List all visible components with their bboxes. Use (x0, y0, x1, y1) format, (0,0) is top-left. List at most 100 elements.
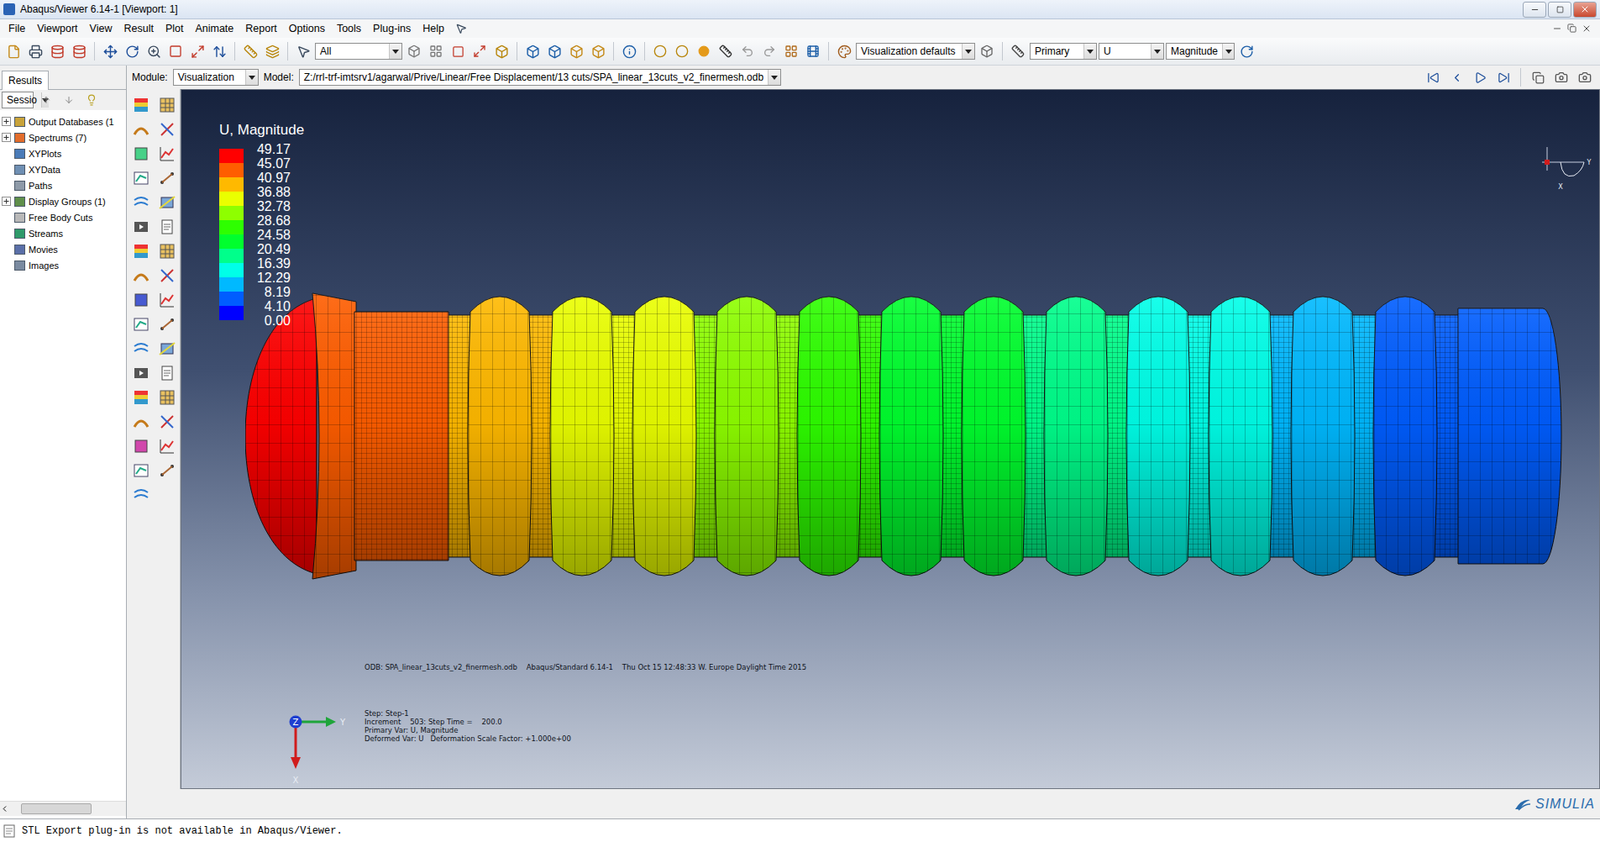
tool-button[interactable] (156, 410, 179, 433)
tool-button[interactable] (130, 191, 153, 214)
tool-button[interactable] (130, 435, 153, 457)
expander[interactable] (1, 196, 11, 206)
menu-item[interactable]: Animate (189, 20, 239, 37)
rotate-button[interactable] (121, 41, 142, 62)
view-button[interactable] (469, 41, 490, 62)
mdi-restore-icon[interactable] (1567, 23, 1577, 33)
redo-button[interactable] (759, 41, 780, 62)
tool-button[interactable] (156, 142, 179, 165)
model-canvas[interactable] (245, 276, 1573, 596)
model-select[interactable]: Z:/rrl-trf-imtsrv1/agarwal/Prive/Linear/… (299, 68, 782, 86)
tool-button[interactable] (156, 215, 179, 238)
display-group-2-button[interactable] (425, 41, 446, 62)
module-select[interactable]: Visualization (173, 68, 259, 86)
expander[interactable] (1, 116, 11, 126)
field-select[interactable]: U (1098, 42, 1165, 60)
last-frame-button[interactable] (1493, 67, 1514, 88)
menu-item[interactable]: Result (118, 20, 158, 37)
tool-button[interactable] (156, 337, 179, 360)
results-tab[interactable]: Results (1, 70, 49, 90)
shading-button[interactable] (693, 41, 714, 62)
palette-button[interactable] (834, 41, 855, 62)
tool-button[interactable] (156, 386, 179, 409)
mdi-close-icon[interactable] (1581, 23, 1592, 34)
zoom-button[interactable] (143, 41, 164, 62)
down-button[interactable] (58, 89, 79, 111)
select-button[interactable] (293, 41, 314, 62)
tool-button[interactable] (130, 118, 153, 141)
database-close-button[interactable] (68, 41, 90, 62)
horizontal-scrollbar[interactable] (0, 800, 126, 816)
tool-button[interactable] (130, 361, 153, 384)
region-button[interactable] (447, 41, 468, 62)
open-button[interactable] (3, 41, 24, 62)
menu-item[interactable]: Plug-ins (367, 20, 416, 37)
pan-button[interactable] (99, 41, 121, 62)
context-help-button[interactable] (451, 18, 472, 39)
tool-button[interactable] (156, 240, 179, 263)
cycle-button[interactable] (209, 41, 230, 62)
tree-item[interactable]: Free Body Cuts (0, 209, 126, 226)
viewport[interactable]: U, Magnitude49.1745.0740.9736.8832.7828.… (180, 89, 1600, 789)
tool-button[interactable] (130, 240, 153, 263)
back-view-button[interactable] (544, 41, 565, 62)
print-button[interactable] (25, 41, 46, 62)
tool-button[interactable] (130, 288, 153, 311)
menu-item[interactable]: Help (417, 20, 450, 37)
restore-button[interactable] (1547, 1, 1572, 18)
invariant-select[interactable]: Magnitude (1165, 42, 1235, 60)
highlight-button[interactable] (81, 89, 102, 111)
menu-item[interactable]: Plot (160, 20, 189, 37)
side-view-button[interactable] (587, 41, 609, 62)
menu-item[interactable]: File (3, 20, 31, 37)
tree-item[interactable]: Spectrums (7) (0, 129, 126, 146)
session-select[interactable]: Sessio (1, 91, 34, 109)
mdi-minimize-icon[interactable] (1552, 23, 1563, 34)
tree-item[interactable]: Movies (0, 241, 126, 258)
tool-button[interactable] (130, 94, 153, 116)
tree-item[interactable]: Output Databases (1 (0, 113, 126, 130)
box-zoom-button[interactable] (165, 41, 186, 62)
database-button[interactable] (47, 41, 68, 62)
menu-item[interactable]: Viewport (31, 20, 83, 37)
play-button[interactable] (1469, 67, 1490, 88)
snapshot-button[interactable] (1551, 67, 1572, 88)
variable-type-select[interactable]: Primary (1029, 42, 1097, 60)
tool-button[interactable] (130, 167, 153, 189)
undo-button[interactable] (737, 41, 758, 62)
menu-item[interactable]: Report (240, 20, 283, 37)
selection-select[interactable]: All (314, 42, 403, 60)
capture-button[interactable] (1574, 67, 1595, 88)
render-button[interactable] (976, 41, 997, 62)
tree-item[interactable]: XYData (0, 161, 126, 178)
step-button[interactable] (1007, 41, 1029, 62)
tree-item[interactable]: Streams (0, 225, 126, 242)
tool-button[interactable] (130, 264, 153, 287)
tree-item[interactable]: Images (0, 257, 126, 273)
layout-button[interactable] (802, 41, 824, 62)
tree-item[interactable]: XYPlots (0, 145, 126, 162)
transform-button[interactable] (715, 41, 736, 62)
display-group-button[interactable] (403, 41, 425, 62)
color-code-2-button[interactable] (671, 41, 693, 62)
tool-button[interactable] (156, 459, 179, 482)
front-view-button[interactable] (522, 41, 543, 62)
tool-button[interactable] (130, 483, 153, 506)
iso-view-button[interactable] (491, 41, 512, 62)
tool-button[interactable] (130, 337, 153, 360)
auto-fit-button[interactable] (187, 41, 208, 62)
probe-button[interactable] (262, 41, 283, 62)
tool-button[interactable] (130, 410, 153, 433)
menu-item[interactable]: View (84, 20, 118, 37)
tool-button[interactable] (156, 167, 179, 189)
first-frame-button[interactable] (1422, 67, 1443, 88)
tool-button[interactable] (156, 191, 179, 214)
color-code-button[interactable] (650, 41, 671, 62)
up-button[interactable] (36, 89, 57, 111)
tool-button[interactable] (130, 459, 153, 482)
tool-button[interactable] (156, 435, 179, 457)
previous-frame-button[interactable] (1446, 67, 1467, 88)
expander[interactable] (1, 132, 11, 142)
tool-button[interactable] (130, 142, 153, 165)
tool-button[interactable] (156, 264, 179, 287)
